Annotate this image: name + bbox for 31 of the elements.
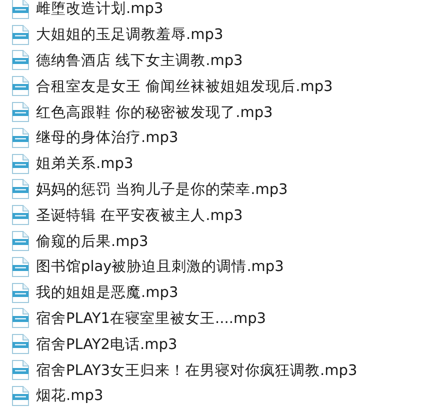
file-name[interactable]: 德纳鲁酒店 线下女主调教.mp3 bbox=[36, 50, 243, 70]
file-name[interactable]: 偷窥的后果.mp3 bbox=[36, 232, 148, 251]
file-name[interactable]: 图书馆play被胁迫且刺激的调情.mp3 bbox=[36, 257, 284, 276]
audio-file-icon bbox=[12, 76, 29, 96]
file-name[interactable]: 我的姐姐是恶魔.mp3 bbox=[36, 283, 178, 302]
audio-file-icon bbox=[12, 386, 29, 406]
file-name[interactable]: 合租室友是女王 偷闻丝袜被姐姐发现后.mp3 bbox=[36, 76, 333, 96]
audio-file-icon bbox=[12, 231, 29, 252]
file-name[interactable]: 姐弟关系.mp3 bbox=[36, 154, 134, 174]
file-name[interactable]: 宿舍PLAY3女王归来！在男寝对你疯狂调教.mp3 bbox=[36, 360, 358, 380]
audio-file-icon bbox=[12, 360, 29, 380]
audio-file-icon bbox=[12, 256, 29, 277]
file-name[interactable]: 雌堕改造计划.mp3 bbox=[36, 0, 164, 18]
file-name[interactable]: 宿舍PLAY1在寝室里被女王....mp3 bbox=[36, 308, 266, 328]
file-name[interactable]: 宿舍PLAY2电话.mp3 bbox=[36, 334, 178, 354]
audio-file-icon bbox=[12, 24, 29, 45]
file-name[interactable]: 烟花.mp3 bbox=[36, 386, 104, 406]
audio-file-icon bbox=[12, 205, 29, 226]
file-name[interactable]: 妈妈的惩罚 当狗儿子是你的荣幸.mp3 bbox=[36, 180, 288, 199]
audio-file-icon bbox=[12, 128, 29, 148]
file-name[interactable]: 大姐姐的玉足调教羞辱.mp3 bbox=[36, 25, 224, 44]
audio-file-icon bbox=[12, 102, 29, 122]
audio-file-icon bbox=[12, 154, 29, 174]
file-name[interactable]: 红色高跟鞋 你的秘密被发现了.mp3 bbox=[36, 102, 273, 122]
audio-file-icon bbox=[12, 334, 29, 354]
file-name[interactable]: 圣诞特辑 在平安夜被主人.mp3 bbox=[36, 206, 243, 225]
audio-file-icon bbox=[12, 50, 29, 70]
audio-file-icon bbox=[12, 282, 29, 303]
audio-file-icon bbox=[12, 179, 29, 200]
file-name[interactable]: 继母的身体治疗.mp3 bbox=[36, 128, 178, 148]
audio-file-icon bbox=[12, 308, 29, 328]
